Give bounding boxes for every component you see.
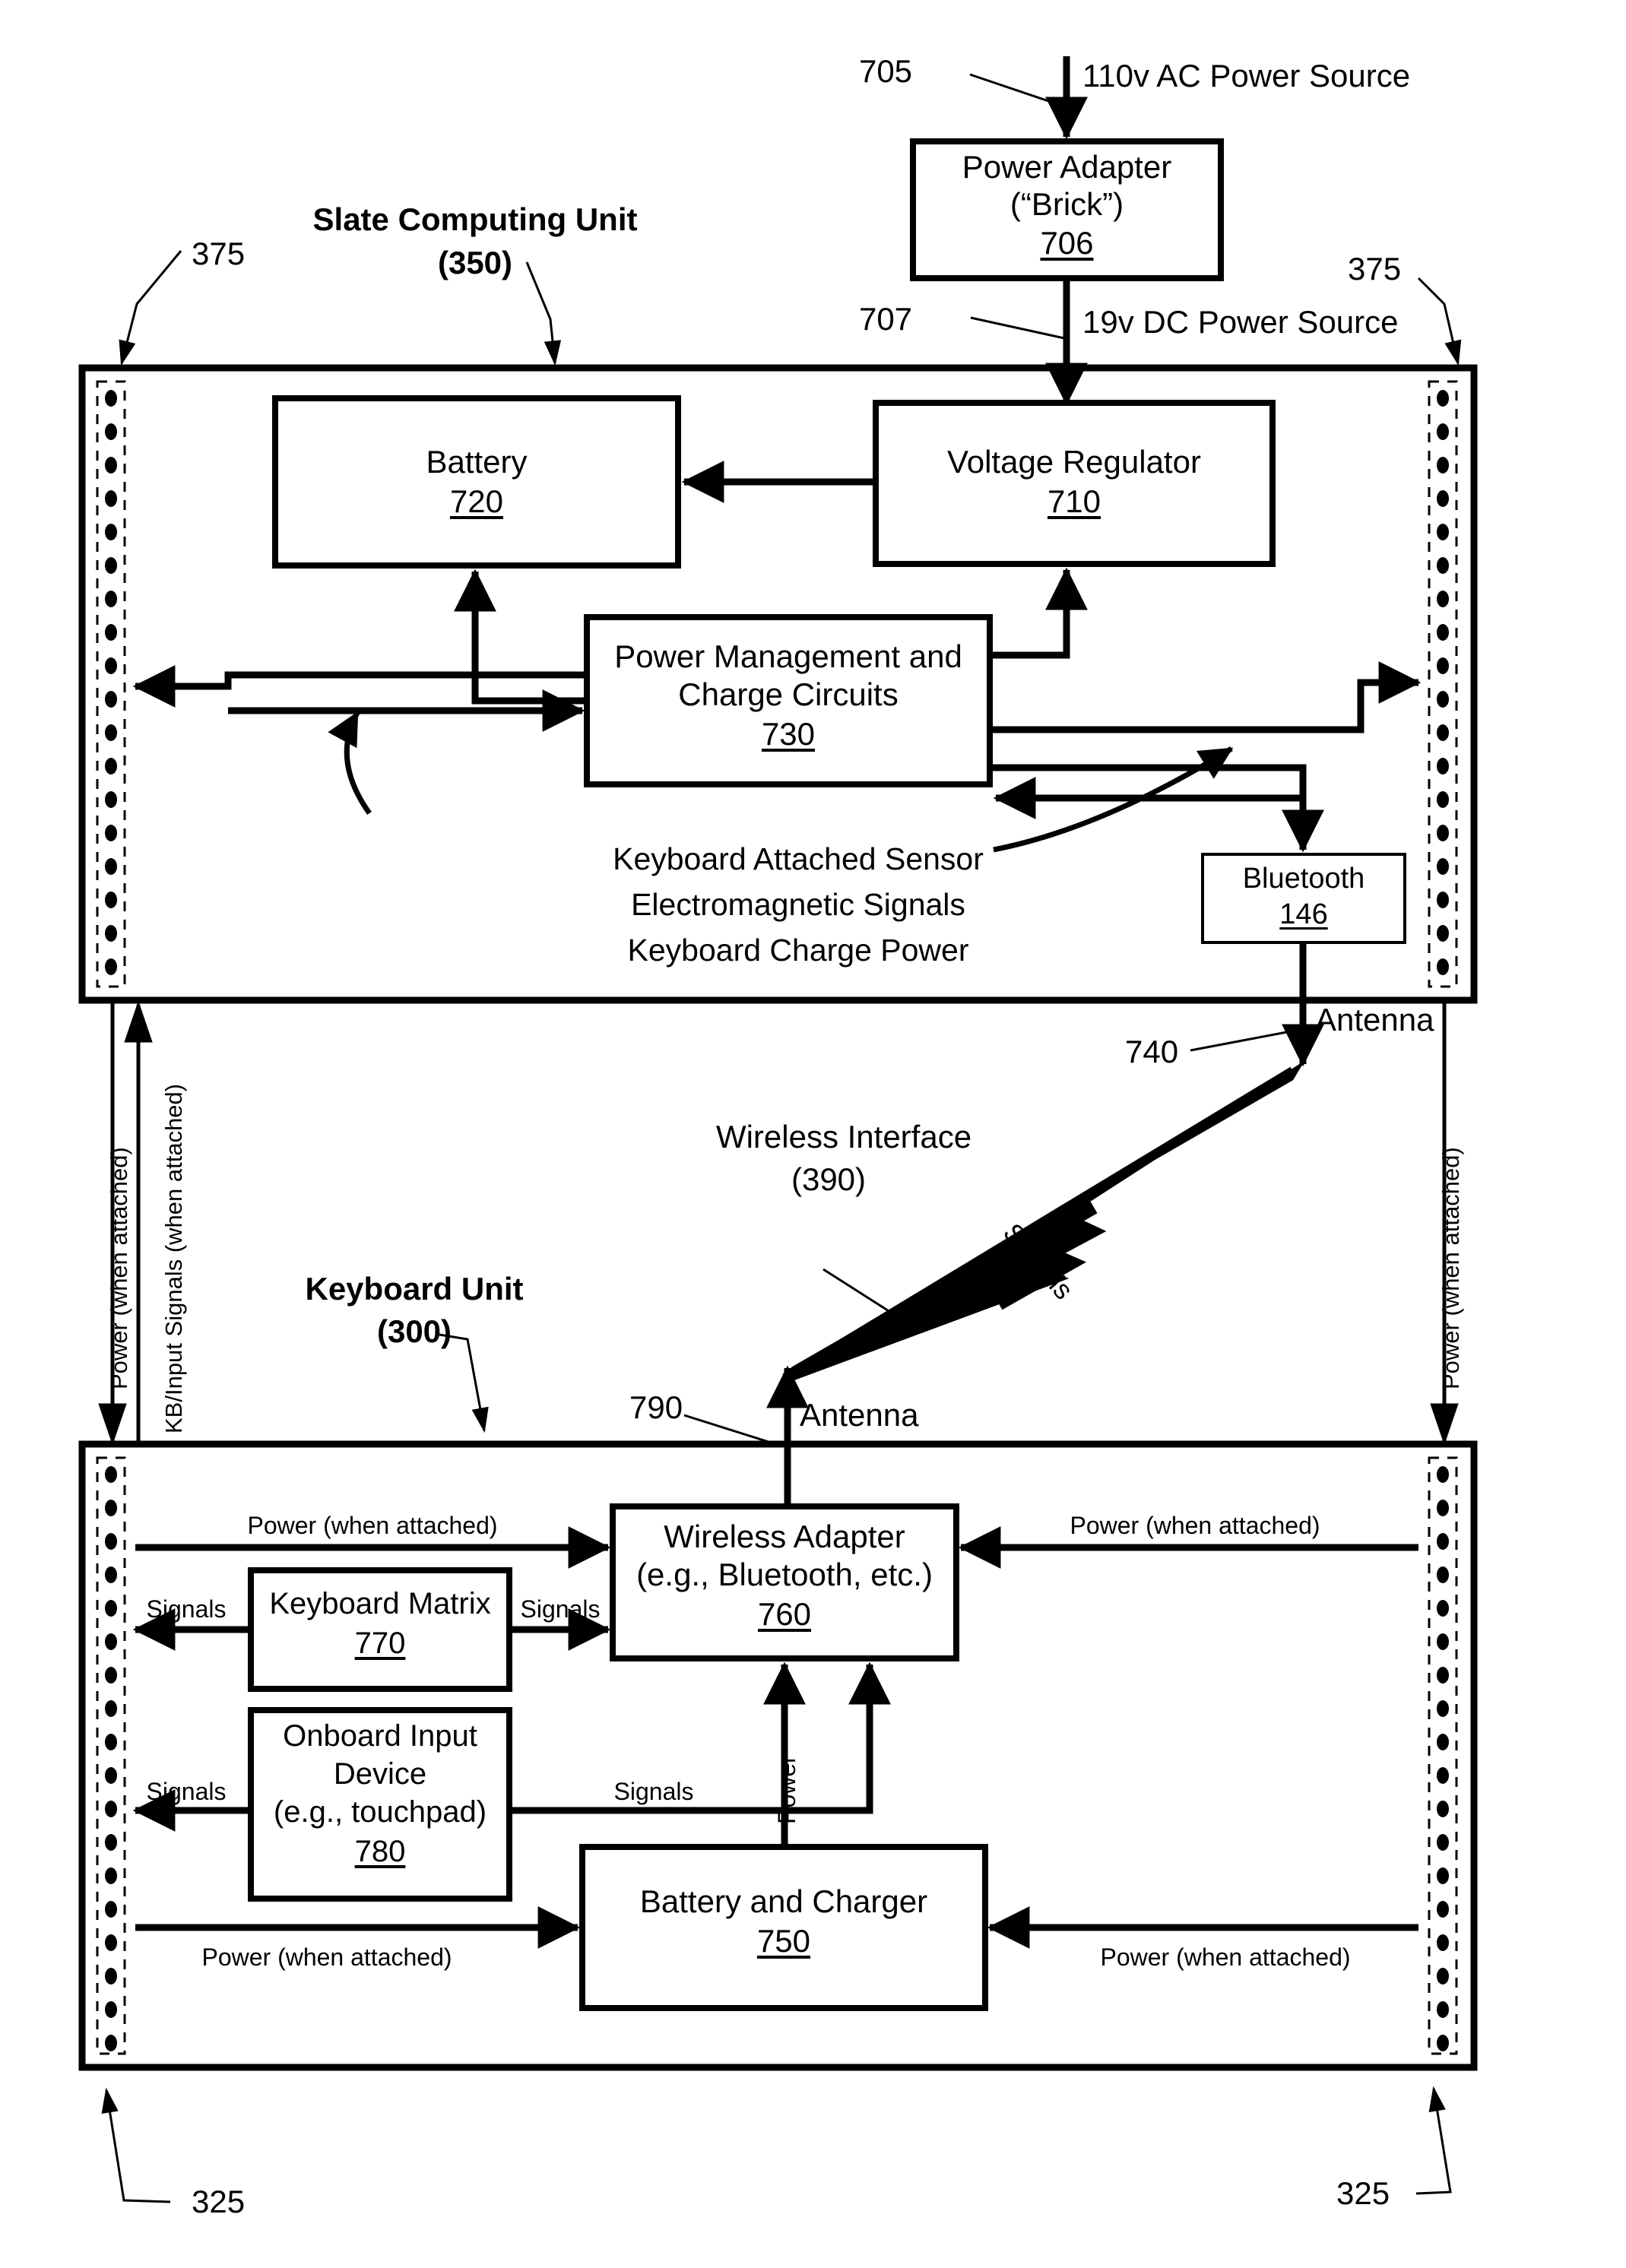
kb-input-signals-out-label: Signals (146, 1778, 227, 1805)
vr-to-pm-arrow (996, 565, 1067, 655)
patent-figure: 705 110v AC Power Source Power Adapter (… (0, 0, 1626, 2268)
kb-power-to-adapter-label: Power (773, 1755, 800, 1824)
voltage-regulator-ref: 710 (1047, 483, 1101, 519)
ref-350-leader (525, 261, 562, 366)
ref-325-right-leader (1415, 2086, 1452, 2195)
ref-390-leader (823, 1268, 910, 1326)
ref-375-right: 375 (1348, 251, 1402, 287)
onboard-input-line2: Device (333, 1757, 427, 1791)
kb-antenna-label: Antenna (800, 1397, 919, 1433)
wireless-interface-label: Wireless Interface (715, 1119, 972, 1155)
bluetooth-line1: Bluetooth (1242, 863, 1365, 895)
wireless-bolt-shaft (782, 1066, 1295, 1381)
kb-connector-right-pins (1437, 1466, 1449, 2051)
ac-power-source-label: 110v AC Power Source (1082, 58, 1411, 93)
keyboard-unit-number: (300) (376, 1313, 452, 1349)
keyboard-unit-title: Keyboard Unit (305, 1271, 524, 1307)
ref-740: 740 (1125, 1034, 1179, 1069)
power-mgmt-line2: Charge Circuits (678, 676, 899, 712)
kb-power-top-right-label: Power (when attached) (1070, 1512, 1320, 1539)
kb-matrix-signals-out-label: Signals (146, 1595, 227, 1623)
kb-power-top-left-label: Power (when attached) (247, 1512, 498, 1539)
ref-740-leader (1190, 1029, 1295, 1052)
kb-power-bottom-right-label: Power (when attached) (1100, 1943, 1351, 1971)
power-mgmt-ref: 730 (761, 716, 816, 752)
side-label-right-power: Power (when attached) (1437, 1147, 1464, 1389)
wireless-adapter-ref: 760 (757, 1596, 812, 1632)
ref-707-leader (970, 316, 1065, 340)
note-keyboard-charge-power: Keyboard Charge Power (627, 933, 969, 968)
battery-ref: 720 (449, 483, 504, 519)
power-adapter-line1: Power Adapter (962, 149, 1172, 185)
kb-input-to-adapter-label: Signals (613, 1778, 694, 1805)
onboard-input-line3: (e.g., touchpad) (273, 1795, 487, 1829)
power-adapter-line2: (“Brick”) (1010, 186, 1124, 222)
battery-charger-ref: 750 (756, 1923, 811, 1959)
ref-707: 707 (858, 301, 913, 337)
power-mgmt-line1: Power Management and (614, 638, 962, 674)
bluetooth-ref: 146 (1279, 898, 1328, 930)
ref-375-left: 375 (192, 236, 246, 271)
keyboard-matrix-ref: 770 (354, 1627, 406, 1660)
kb-connector-left-pins (105, 1466, 117, 2051)
battery-line1: Battery (426, 444, 528, 480)
pm-left-out-arrow (132, 665, 585, 708)
wireless-interface-number: (390) (791, 1161, 867, 1197)
ref-705: 705 (858, 53, 913, 89)
ref-790: 790 (629, 1389, 683, 1425)
slate-connector-left-pins (105, 390, 117, 975)
onboard-input-line1: Onboard Input (283, 1719, 477, 1753)
ref-705-leader (969, 73, 1065, 108)
dc-power-source-label: 19v DC Power Source (1082, 304, 1399, 340)
pm-right-out-arrow (993, 661, 1422, 733)
side-label-left-kb-signals: KB/Input Signals (when attached) (160, 1083, 187, 1433)
battery-box (272, 395, 681, 569)
note-electromagnetic-signals: Electromagnetic Signals (631, 887, 965, 922)
slate-connector-right-pins (1437, 390, 1449, 975)
wireless-adapter-line1: Wireless Adapter (664, 1519, 905, 1554)
keyboard-matrix-line1: Keyboard Matrix (269, 1587, 491, 1620)
slate-antenna-label: Antenna (1315, 1002, 1434, 1037)
kb-charge-power-curve (328, 711, 372, 816)
pm-to-battery-arrow (454, 569, 585, 705)
ref-325-left-leader (101, 2087, 171, 2203)
pm-to-vr-arrow (991, 567, 1088, 659)
note-keyboard-attached-sensor: Keyboard Attached Sensor (613, 841, 984, 876)
kb-matrix-to-adapter-label: Signals (520, 1595, 601, 1623)
battery-charger-line1: Battery and Charger (639, 1883, 928, 1919)
ref-375-left-leader (119, 250, 182, 366)
wireless-adapter-line2: (e.g., Bluetooth, etc.) (636, 1557, 933, 1592)
onboard-input-ref: 780 (354, 1835, 406, 1868)
side-label-left-power: Power (when attached) (106, 1147, 132, 1389)
ref-375-right-leader (1417, 277, 1462, 366)
slate-unit-number: (350) (437, 245, 513, 280)
ref-325-right: 325 (1336, 2175, 1390, 2211)
ref-325-left: 325 (192, 2184, 246, 2219)
power-adapter-ref: 706 (1040, 225, 1094, 261)
voltage-regulator-line1: Voltage Regulator (947, 444, 1201, 480)
kb-power-bottom-left-label: Power (when attached) (201, 1943, 452, 1971)
slate-unit-title: Slate Computing Unit (312, 201, 638, 237)
